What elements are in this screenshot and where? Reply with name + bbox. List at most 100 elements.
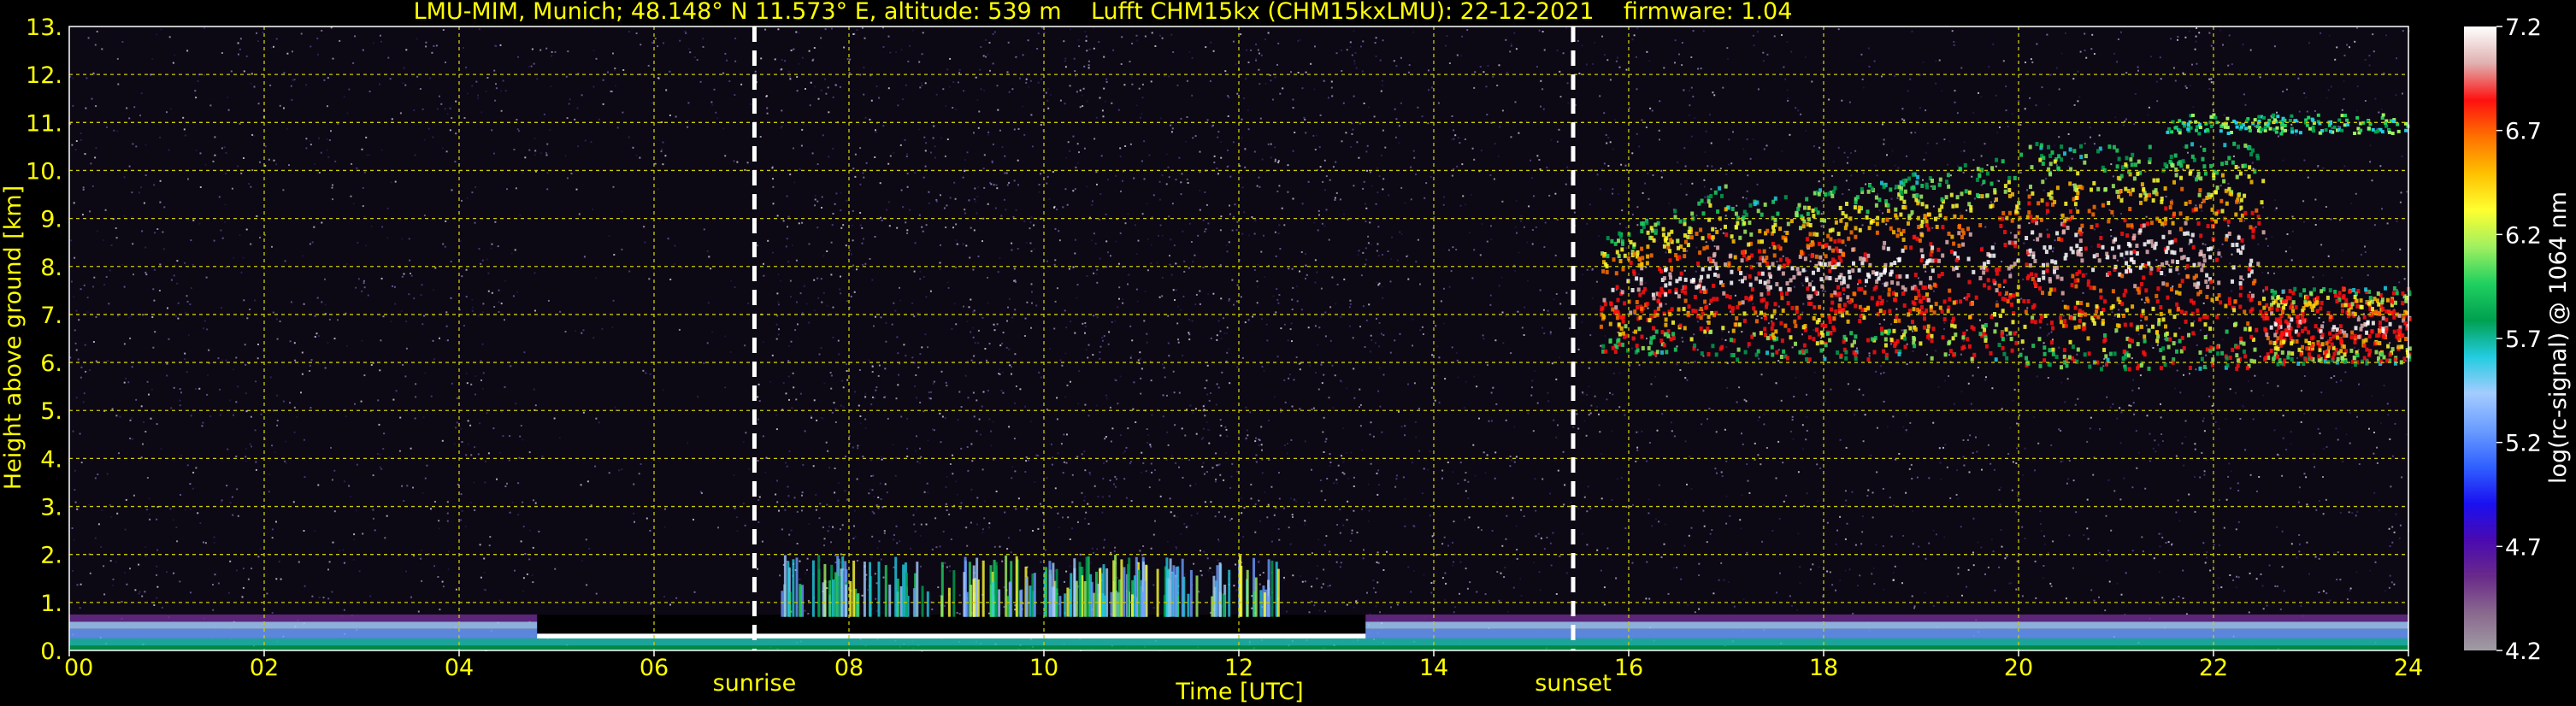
cirrus-cell xyxy=(1641,345,1645,350)
cirrus-cell xyxy=(1810,254,1814,259)
cirrus-cell xyxy=(2301,319,2305,324)
cirrus-cell xyxy=(1794,323,1798,328)
cirrus-cell xyxy=(2001,337,2005,342)
cirrus-cell xyxy=(1803,324,1807,328)
cirrus-cell xyxy=(1995,157,1999,162)
cirrus-cell xyxy=(2355,303,2360,309)
echo-streak xyxy=(822,582,825,617)
cirrus-cell xyxy=(2107,271,2112,275)
cirrus-cell xyxy=(2062,229,2066,234)
cirrus-cell xyxy=(1984,323,1988,327)
cirrus-cell xyxy=(1941,253,1945,258)
echo-streak xyxy=(1165,557,1169,617)
cirrus-cell xyxy=(1824,343,1828,348)
cirrus-cell xyxy=(2226,219,2231,224)
cirrus-cell xyxy=(1949,192,1954,197)
cirrus-cell xyxy=(2026,299,2031,303)
cirrus-cell xyxy=(2111,303,2115,309)
cirrus-cell xyxy=(2167,230,2172,235)
cirrus-cell xyxy=(2143,242,2147,247)
cirrus-cell xyxy=(2125,233,2130,238)
cirrus-cell xyxy=(2404,298,2408,303)
cirrus-cell xyxy=(2243,354,2248,359)
cirrus-cell xyxy=(1759,279,1762,285)
echo-streak xyxy=(1045,567,1047,617)
cirrus-cell xyxy=(2247,273,2251,278)
cirrus-cell xyxy=(2048,244,2052,250)
cirrus-cell xyxy=(2001,159,2005,164)
cirrus-cell xyxy=(1813,305,1817,310)
cirrus-cell xyxy=(2313,287,2316,292)
cirrus-cell xyxy=(1841,239,1845,244)
cirrus-cell xyxy=(1944,195,1948,200)
cirrus-cell xyxy=(2028,248,2032,253)
cirrus-cell xyxy=(1747,342,1751,347)
cirrus-cell xyxy=(2148,192,2151,197)
cirrus-cell xyxy=(1901,228,1906,233)
cirrus-cell xyxy=(1734,322,1738,327)
cirrus-cell xyxy=(1695,232,1699,236)
cirrus-cell xyxy=(2317,354,2321,359)
cirrus-cell xyxy=(2036,237,2040,242)
cirrus-cell xyxy=(2239,205,2243,210)
cirrus-cell xyxy=(2224,303,2228,309)
cirrus-cell xyxy=(2237,144,2240,150)
cirrus-cell xyxy=(2166,245,2170,250)
cirrus-cell xyxy=(2288,296,2292,301)
cirrus-cell xyxy=(1941,225,1945,230)
cirrus-cell xyxy=(2188,366,2192,370)
upper-cirrus-cell xyxy=(2209,115,2213,119)
cirrus-cell xyxy=(1862,315,1866,321)
cirrus-cell xyxy=(1827,262,1831,266)
cirrus-cell xyxy=(2073,278,2078,283)
cirrus-cell xyxy=(2160,199,2164,204)
cirrus-cell xyxy=(2101,244,2105,250)
cirrus-cell xyxy=(1910,209,1914,215)
cirrus-cell xyxy=(1698,250,1702,256)
echo-streak xyxy=(926,591,929,617)
cirrus-cell xyxy=(2243,163,2247,168)
cirrus-cell xyxy=(2002,351,2007,356)
cirrus-cell xyxy=(1982,270,1986,275)
cirrus-cell xyxy=(2025,236,2029,240)
cirrus-cell xyxy=(1686,312,1690,317)
cirrus-cell xyxy=(1842,308,1846,313)
cirrus-cell xyxy=(2079,144,2083,149)
cirrus-cell xyxy=(1750,334,1754,339)
upper-cirrus-cell xyxy=(2298,131,2302,135)
cirrus-cell xyxy=(2249,258,2254,263)
cirrus-cell xyxy=(1599,324,1603,329)
upper-cirrus-cell xyxy=(2235,125,2239,129)
cirrus-cell xyxy=(1730,309,1735,314)
echo-streak xyxy=(1110,591,1113,617)
cirrus-cell xyxy=(1859,256,1863,261)
y-tick-label: 6. xyxy=(40,350,62,377)
cirrus-cell xyxy=(2248,146,2252,150)
cirrus-cell xyxy=(2048,279,2052,284)
echo-streak xyxy=(888,584,892,617)
cirrus-cell xyxy=(1919,341,1923,346)
cirrus-cell xyxy=(2157,318,2161,323)
cirrus-cell xyxy=(2028,144,2032,150)
cirrus-cell xyxy=(1699,327,1703,331)
cirrus-cell xyxy=(1640,334,1644,339)
cirrus-cell xyxy=(1957,244,1961,248)
cirrus-cell xyxy=(1997,283,2001,288)
cirrus-cell xyxy=(1748,203,1753,208)
cirrus-cell xyxy=(2076,251,2080,256)
cirrus-cell xyxy=(2238,304,2243,309)
cirrus-cell xyxy=(2306,295,2310,300)
cirrus-cell xyxy=(2181,159,2185,164)
cirrus-cell xyxy=(2320,300,2324,305)
cirrus-cell xyxy=(1771,335,1776,340)
cirrus-cell xyxy=(2208,327,2213,332)
cirrus-cell xyxy=(1656,298,1660,303)
cirrus-cell xyxy=(1735,315,1739,321)
cirrus-cell xyxy=(1934,258,1938,263)
echo-streak xyxy=(1020,589,1023,617)
cirrus-cell xyxy=(2359,298,2363,303)
cirrus-cell xyxy=(1916,308,1920,312)
cirrus-cell xyxy=(1844,356,1848,361)
echo-streak xyxy=(1195,575,1199,617)
cirrus-cell xyxy=(1954,203,1959,209)
